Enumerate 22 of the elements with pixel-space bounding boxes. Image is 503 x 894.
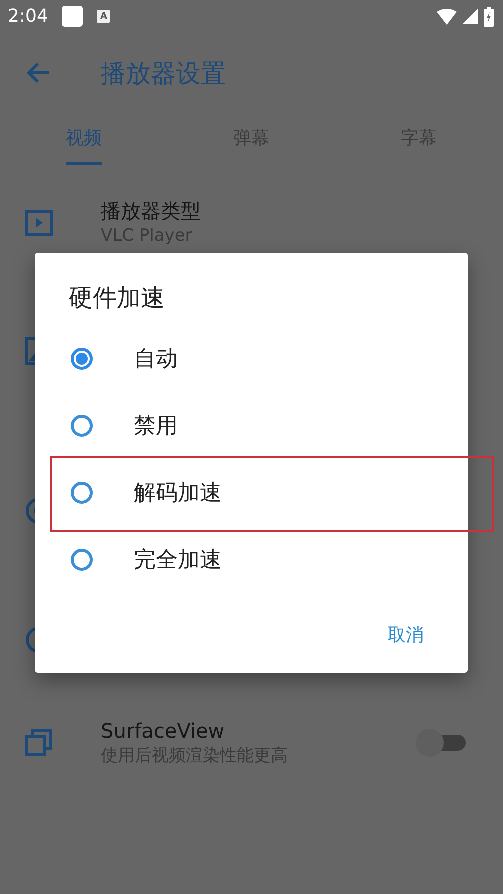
dialog-title: 硬件加速 [69,283,165,314]
radio-option[interactable]: 解码加速 [35,459,468,526]
radio-button[interactable] [71,548,93,570]
wifi-icon [437,8,457,24]
toggle-switch[interactable] [416,729,466,757]
battery-charging-icon [484,6,494,26]
signal-icon [463,9,478,24]
radio-option[interactable]: 完全加速 [35,526,468,593]
clock-time: 2:04 [8,6,48,27]
setting-title: SurfaceView [101,718,226,744]
play-box-icon [25,210,53,236]
cancel-button[interactable]: 取消 [380,615,432,655]
setting-title: 播放器类型 [101,198,202,224]
notification-square-icon [62,6,84,27]
page-title: 播放器设置 [101,58,226,90]
radio-button[interactable] [71,414,93,436]
notification-glyph-icon: A [97,10,110,23]
copy-squares-icon [25,729,53,757]
radio-option[interactable]: 自动 [35,325,468,392]
radio-button[interactable] [71,348,93,370]
radio-button[interactable] [71,482,93,504]
radio-option[interactable]: 禁用 [35,392,468,459]
